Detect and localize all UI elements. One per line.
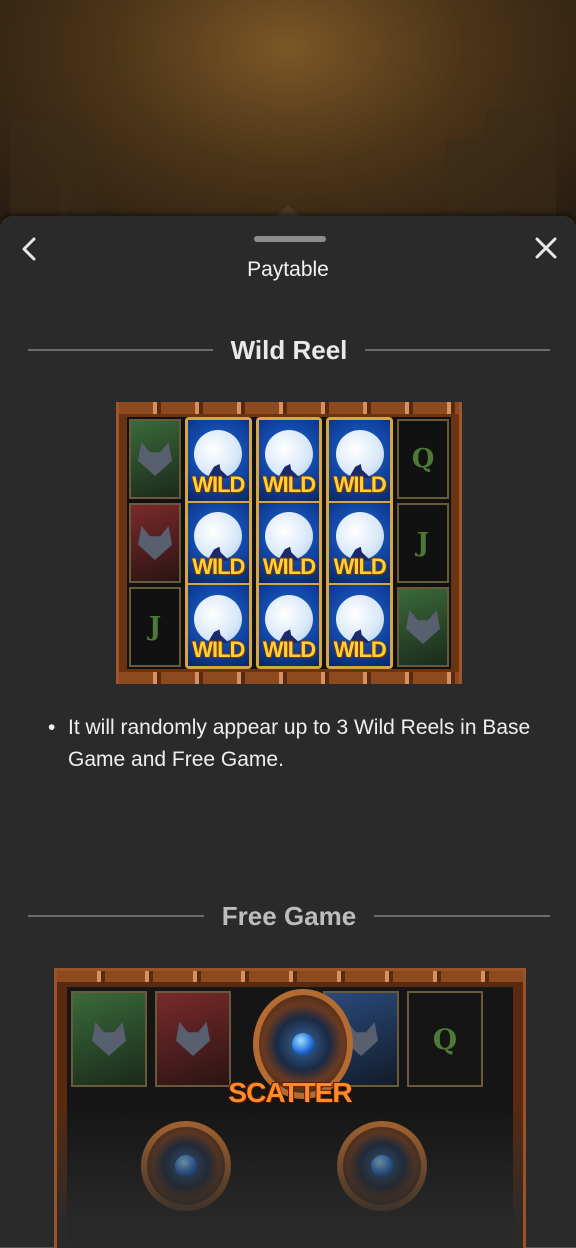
bullet-text: It will randomly appear up to 3 Wild Ree…: [68, 716, 531, 771]
section-title: Free Game: [221, 900, 357, 931]
wolf-head-icon: [176, 1022, 210, 1056]
paytable-sheet: Paytable Wild Reel J WILD WILD WILD WILD…: [0, 216, 576, 1248]
wild-label: WILD: [333, 554, 387, 580]
wild-label: WILD: [333, 637, 387, 663]
wolf-symbol: [71, 991, 147, 1087]
wild-symbol: WILD: [258, 502, 320, 586]
wild-symbol: WILD: [329, 420, 391, 503]
letter-symbol: J: [129, 587, 181, 667]
section-title: Wild Reel: [230, 334, 348, 365]
list-item: • It will randomly appear up to 3 Wild R…: [48, 712, 548, 776]
frame-bar: [57, 971, 523, 982]
wolf-symbol: [129, 419, 181, 499]
wolf-head-icon: [138, 442, 172, 476]
reel-column: Q J: [395, 417, 451, 669]
wolf-head-icon: [92, 1022, 126, 1056]
wild-reel-illustration: J WILD WILD WILD WILD WILD WILD WILD WIL…: [116, 402, 462, 684]
section-header-free-game: Free Game: [28, 896, 550, 936]
wild-reel-column: WILD WILD WILD: [255, 417, 323, 669]
wild-symbol: WILD: [329, 585, 391, 667]
wild-label: WILD: [192, 471, 245, 497]
wild-label: WILD: [262, 554, 316, 580]
sheet-drag-handle[interactable]: [254, 236, 326, 242]
gem-icon: [292, 1033, 314, 1055]
wild-label: WILD: [192, 554, 245, 580]
frame-bar: [119, 402, 459, 414]
wolf-symbol: [129, 503, 181, 583]
divider-line: [365, 349, 551, 351]
wild-label: WILD: [262, 471, 316, 497]
wild-label: WILD: [333, 471, 387, 497]
wild-symbol: WILD: [329, 502, 391, 586]
reel-column: J: [127, 417, 183, 669]
divider-line: [28, 349, 213, 351]
game-background: [0, 0, 576, 240]
close-icon: [535, 237, 557, 259]
wild-symbol: WILD: [188, 420, 249, 503]
free-game-illustration: Q SCATTER: [54, 968, 526, 1248]
wild-symbol: WILD: [188, 585, 249, 667]
wild-label: WILD: [192, 637, 245, 663]
wild-symbol: WILD: [188, 502, 249, 586]
wild-label: WILD: [262, 637, 316, 663]
wolf-symbol: [155, 991, 231, 1087]
wild-reel-column: WILD WILD WILD: [185, 417, 252, 669]
wolf-head-icon: [406, 610, 441, 644]
divider-line: [374, 915, 550, 917]
divider-line: [28, 915, 204, 917]
letter-symbol: J: [397, 503, 450, 583]
wild-reel-column: WILD WILD WILD: [326, 417, 394, 669]
fade-overlay: [57, 1105, 523, 1248]
letter-symbol: Q: [397, 419, 450, 499]
section-header-wild-reel: Wild Reel: [28, 330, 551, 370]
wild-symbol: WILD: [258, 420, 320, 503]
wolf-head-icon: [138, 526, 172, 560]
wild-symbol: WILD: [258, 585, 320, 667]
letter-symbol: Q: [407, 991, 483, 1087]
bullet-dot-icon: •: [48, 716, 56, 739]
page-title: Paytable: [247, 258, 329, 281]
frame-bar: [119, 672, 459, 684]
wolf-symbol: [397, 587, 450, 667]
reel-grid: J WILD WILD WILD WILD WILD WILD WILD WIL…: [127, 417, 451, 669]
